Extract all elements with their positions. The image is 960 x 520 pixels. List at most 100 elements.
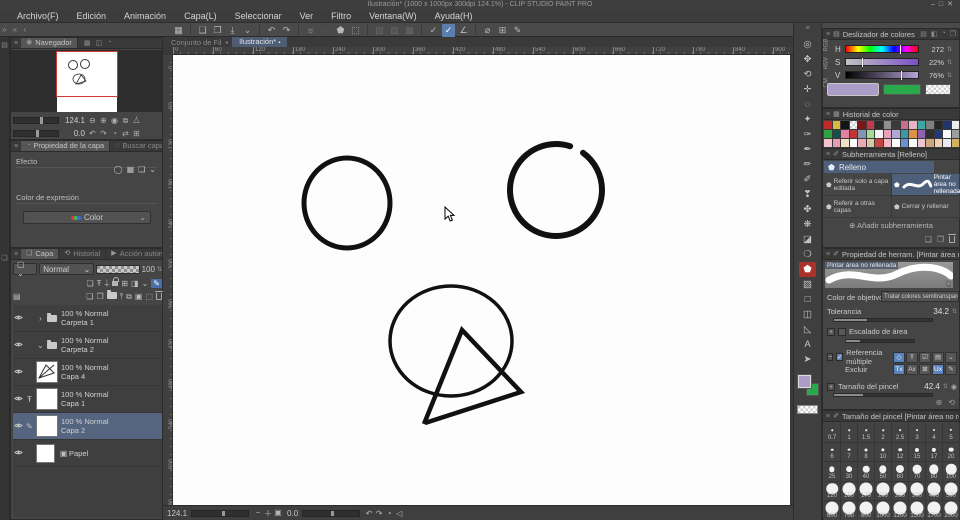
color-history-swatch[interactable] (951, 130, 960, 139)
color-history-swatch[interactable] (858, 130, 867, 139)
collapse-icon[interactable]: − (827, 353, 834, 361)
save-icon[interactable]: ⤓ (226, 24, 239, 37)
color-history-swatch[interactable] (849, 130, 858, 139)
material-icon[interactable]: ✎ (511, 24, 524, 37)
folder-caret[interactable]: ⌄ (35, 341, 46, 350)
navigator-subview-icon[interactable]: ▦ (84, 39, 91, 47)
rotate-canvas-tool-icon[interactable]: ⟲ (799, 67, 816, 82)
brush-tool-icon[interactable]: ✐ (799, 172, 816, 187)
brush-size-cell[interactable]: 15 (909, 442, 926, 463)
decoration-tool-icon[interactable]: ❋ (799, 217, 816, 232)
brush-size-cell[interactable]: 700 (841, 501, 858, 520)
panel-menu-icon[interactable]: ≡ (823, 31, 833, 38)
brush-size-cell[interactable]: 8 (858, 442, 875, 463)
brush-size-cell[interactable]: 10 (875, 442, 892, 463)
brush-size-cell[interactable]: 7 (841, 442, 858, 463)
transparent-color-swatch[interactable] (797, 405, 818, 414)
color-history-swatch[interactable] (875, 130, 884, 139)
layer-list-menu-icon[interactable]: ▤ (13, 292, 21, 301)
eyedropper-tool-icon[interactable]: ✑ (799, 127, 816, 142)
color-history-swatch[interactable] (875, 139, 884, 148)
window-controls[interactable]: –□✕ (931, 0, 957, 10)
blend-mode-select[interactable]: Normal ⌄ (39, 263, 95, 275)
panel-menu-icon[interactable]: ≡ (794, 25, 821, 32)
brush-size-cell[interactable]: 1200 (892, 501, 909, 520)
color-history-swatch[interactable] (943, 121, 952, 130)
status-zoom-button[interactable]: − (253, 508, 263, 519)
brush-size-cell[interactable]: 600 (824, 501, 841, 520)
panel-menu-icon[interactable]: ≡ (823, 151, 833, 158)
brush-size-cell[interactable]: 2.5 (892, 423, 909, 443)
layer-option-icon[interactable]: ⌄ (142, 279, 149, 288)
selection-launcher-icon[interactable]: ▩ (403, 24, 416, 37)
transparent-swatch[interactable] (925, 84, 951, 95)
subtool-item[interactable]: ⬟ Referir a otras capas (824, 196, 892, 218)
auto-select-tool-icon[interactable]: ✦ (799, 112, 816, 127)
brush-size-cell[interactable]: 5 (943, 423, 960, 443)
brush-size-cell[interactable]: 70 (909, 462, 926, 482)
color-history-swatch[interactable] (849, 121, 858, 130)
eye-icon[interactable] (13, 314, 24, 323)
exclude-text-icon[interactable]: Ax (906, 364, 918, 375)
navigator-zoom-button[interactable]: ⧊ (131, 116, 142, 126)
layer-row[interactable]: Ŧ 100 % Normal Capa 1 (13, 386, 162, 413)
brush-size-cell[interactable]: 40 (858, 462, 875, 482)
layer-command-icon[interactable]: ⤒ (120, 292, 124, 302)
color-panel-tab-icon[interactable]: ❐ (950, 30, 956, 38)
panel-menu-icon[interactable]: ≡ (11, 143, 21, 150)
operation-tool-icon[interactable]: ➤ (799, 352, 816, 367)
navigator-rotate-button[interactable]: ⇄ (120, 129, 131, 138)
tolerance-slider[interactable] (833, 318, 933, 322)
color-panel-tab-icon[interactable]: ◔ (941, 30, 945, 38)
color-history-swatch[interactable] (824, 139, 833, 148)
color-history-swatch[interactable] (909, 130, 918, 139)
color-history-swatch[interactable] (917, 130, 926, 139)
move-tool-icon[interactable]: ✛ (799, 82, 816, 97)
navigator-rotate-button[interactable]: ↶ (87, 129, 98, 138)
brush-size-cell[interactable]: 0.7 (824, 423, 841, 443)
color-history-swatch[interactable] (943, 139, 952, 148)
brush-size-cell[interactable]: 300 (909, 481, 926, 502)
color-panel-tab-icon[interactable]: ▤ (920, 30, 927, 38)
panel-menu-icon[interactable]: ≡ (823, 413, 833, 420)
fill-command-icon[interactable]: ⬟ (334, 24, 347, 37)
ref-caret-icon[interactable]: ⌄ (945, 351, 957, 363)
brush-size-cell[interactable]: 1700 (926, 501, 943, 520)
expression-color-select[interactable]: Color ⌄ (23, 211, 151, 224)
watercolor-tool-icon[interactable]: ❣ (799, 187, 816, 202)
layer-row[interactable]: › 100 % Normal Carpeta 1 (13, 305, 162, 332)
hand-tool-icon[interactable]: ✥ (799, 52, 816, 67)
area-scaling-slider[interactable] (845, 339, 915, 343)
transform-icon[interactable]: ☼ (304, 24, 317, 37)
color-history-swatch[interactable] (926, 139, 935, 148)
pencil-tool-icon[interactable]: ✏ (799, 157, 816, 172)
blend-tool-icon[interactable]: ❍ (799, 247, 816, 262)
color-history-swatch[interactable] (824, 121, 833, 130)
brush-size-cell[interactable]: 170 (858, 481, 875, 502)
brush-size-cell[interactable]: 2 (875, 423, 892, 443)
brush-size-cell[interactable]: 800 (858, 501, 875, 520)
layer-option-icon[interactable]: ❏ (86, 279, 93, 288)
minimize-icon[interactable]: – (931, 1, 939, 8)
brush-size-cell[interactable]: 50 (875, 462, 892, 482)
menu-item[interactable]: Ventana(W) (360, 10, 426, 23)
open-file-icon[interactable]: ❐ (211, 24, 224, 37)
figure-tool-icon[interactable]: □ (799, 292, 816, 307)
exclude-draft-icon[interactable]: Tx (893, 364, 905, 375)
invert-selection-icon[interactable]: ▨ (388, 24, 401, 37)
save-caret-icon[interactable]: ⌄ (241, 24, 254, 37)
menu-item[interactable]: Ver (291, 10, 323, 23)
layer-command-icon[interactable]: ⬚ (145, 292, 153, 301)
deselect-icon[interactable]: ▧ (373, 24, 386, 37)
layer-row[interactable]: ✎ 100 % Normal Capa 2 (13, 413, 162, 440)
brush-size-cell[interactable]: 1 (841, 423, 858, 443)
brush-size-dynamics-icon[interactable]: ◉ (951, 383, 957, 391)
layer-row[interactable]: ⌄ 100 % Normal Carpeta 2 (13, 332, 162, 359)
tab-capa[interactable]: ❏ Capa (21, 249, 60, 259)
brush-size-cell[interactable]: 60 (892, 462, 909, 482)
panel-menu-icon[interactable]: ≡ (11, 251, 21, 258)
status-rotate-button[interactable]: ◁ (394, 509, 404, 518)
brush-size-slider[interactable] (833, 393, 933, 397)
lock-icon[interactable]: ◻̲ (945, 279, 951, 287)
expand-icon[interactable]: + (827, 327, 835, 336)
